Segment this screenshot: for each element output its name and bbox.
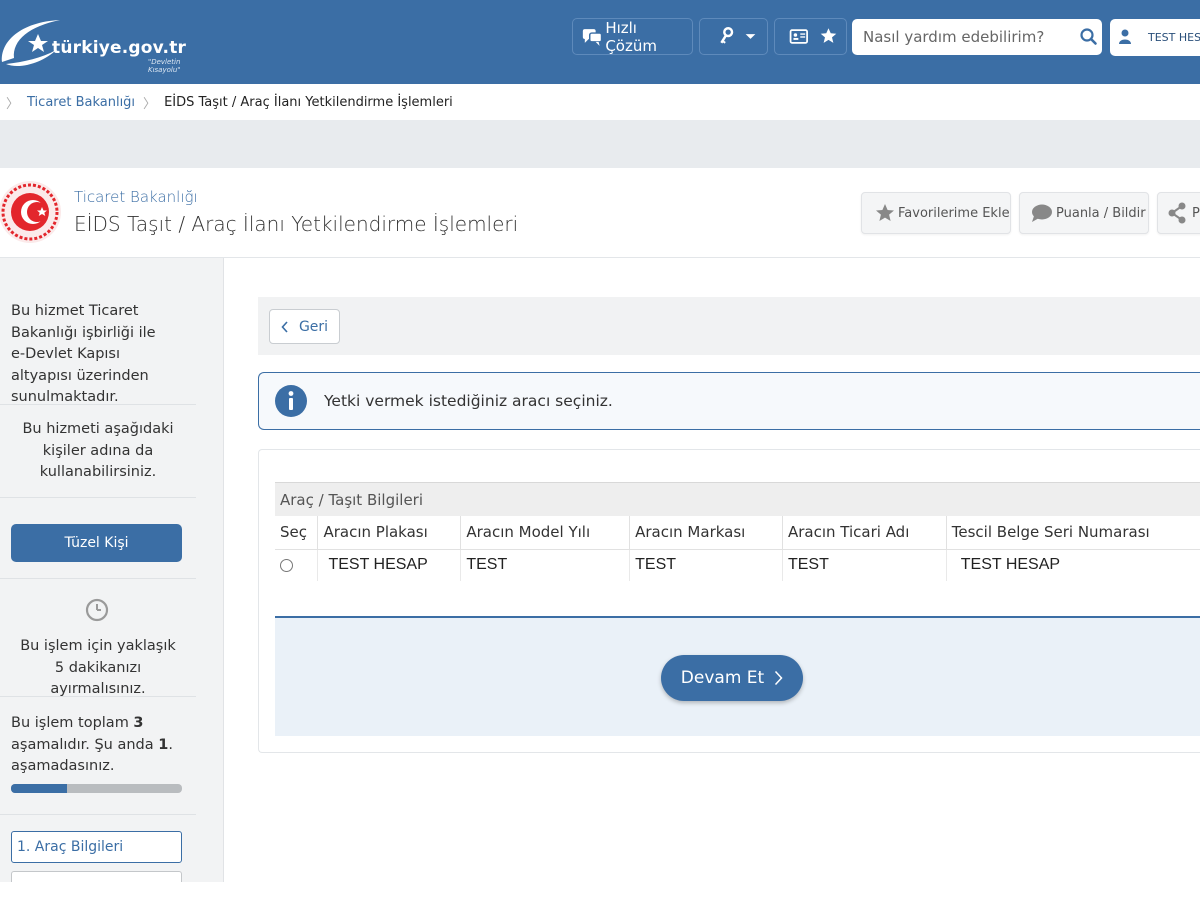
breadcrumb: 〉 Ticaret Bakanlığı 〉 EİDS Taşıt / Araç … <box>0 84 1200 120</box>
on-behalf-text: Bu hizmeti aşağıdaki kişiler adına da ku… <box>22 421 174 480</box>
column-header-registration-serial: Tescil Belge Seri Numarası <box>946 516 1200 550</box>
search-box <box>852 19 1102 55</box>
trade-name-cell: TEST <box>782 549 947 581</box>
quick-solution-button[interactable]: Hızlı Çözüm <box>572 18 693 55</box>
column-header-plate: Aracın Plakası <box>317 516 462 550</box>
steps-prefix: Bu işlem toplam <box>11 715 134 731</box>
breadcrumb-separator: 〉 <box>143 96 157 112</box>
share-button[interactable]: P <box>1157 192 1200 234</box>
share-label: P <box>1192 205 1200 221</box>
service-provider-section: Bu hizmet Ticaret Bakanlığı işbirliği il… <box>0 258 196 405</box>
key-icon <box>720 27 756 44</box>
info-message: Yetki vermek istediğiniz aracı seçiniz. <box>324 392 613 410</box>
rate-report-label: Puanla / Bildir <box>1056 205 1146 221</box>
spacer-strip <box>0 120 1200 168</box>
back-panel: Geri <box>258 297 1200 355</box>
vehicle-card: Araç / Taşıt Bilgileri Seç Aracın Plakas… <box>258 449 1200 753</box>
id-card-favorites-button[interactable] <box>774 18 847 55</box>
top-header: türkiye.gov.tr "Devletin Kısayolu" Hızlı… <box>0 0 1200 84</box>
chevron-left-icon <box>281 320 288 333</box>
back-button[interactable]: Geri <box>269 309 340 344</box>
service-provider-text: Bu hizmet Ticaret Bakanlığı işbirliği il… <box>11 303 156 405</box>
site-logo[interactable]: türkiye.gov.tr "Devletin Kısayolu" <box>0 12 200 74</box>
breadcrumb-current: EİDS Taşıt / Araç İlanı Yetkilendirme İş… <box>164 94 453 110</box>
step-progress-fill <box>11 784 68 793</box>
share-icon <box>1168 202 1186 224</box>
legal-entity-button[interactable]: Tüzel Kişi <box>11 524 182 562</box>
brand-cell: TEST <box>629 549 783 581</box>
steps-current: 1 <box>158 736 169 753</box>
breadcrumb-link-ministry[interactable]: Ticaret Bakanlığı <box>27 95 135 110</box>
add-favorite-label: Favorilerime Ekle <box>898 205 1010 221</box>
star-icon <box>820 28 837 43</box>
ministry-seal-icon <box>0 181 61 243</box>
duration-text: Bu işlem için yaklaşık 5 dakikanızı ayır… <box>20 638 176 697</box>
service-organization[interactable]: Ticaret Bakanlığı <box>74 188 198 206</box>
info-icon <box>275 385 307 417</box>
form-actions: Devam Et <box>275 616 1200 736</box>
id-card-icon <box>789 28 837 44</box>
quick-solution-label: Hızlı Çözüm <box>605 18 657 55</box>
back-label: Geri <box>298 318 329 335</box>
bottom-edge <box>0 882 1200 900</box>
rate-report-button[interactable]: Puanla / Bildir <box>1019 192 1149 234</box>
user-name: TEST HESAP <box>1148 31 1200 44</box>
column-header-brand: Aracın Markası <box>629 516 783 550</box>
select-cell <box>275 549 319 581</box>
model-year-cell: TEST <box>460 549 631 581</box>
login-menu-button[interactable] <box>699 18 768 55</box>
breadcrumb-separator: 〉 <box>6 96 20 112</box>
plate-cell: TEST HESAP <box>317 549 462 581</box>
star-icon <box>876 204 894 221</box>
column-header-select: Seç <box>275 516 319 550</box>
left-sidebar: Bu hizmet Ticaret Bakanlığı işbirliği il… <box>0 258 224 891</box>
speech-bubble-icon <box>1032 204 1052 222</box>
vehicle-select-radio[interactable] <box>280 558 293 572</box>
table-row[interactable]: TEST HESAP TEST TEST TEST TEST HESAP <box>275 549 1200 581</box>
user-icon <box>1119 29 1131 44</box>
search-input[interactable] <box>852 20 1067 54</box>
logo-slogan: "Devletin Kısayolu" <box>148 58 181 74</box>
steps-section: Bu işlem toplam 3 aşamalıdır. Şu anda 1.… <box>0 697 196 815</box>
user-account-button[interactable]: TEST HESAP <box>1110 19 1200 56</box>
on-behalf-section: Bu hizmeti aşağıdaki kişiler adına da ku… <box>0 405 196 498</box>
table-header-row: Seç Aracın Plakası Aracın Model Yılı Ara… <box>275 516 1200 550</box>
column-header-trade-name: Aracın Ticari Adı <box>782 516 947 550</box>
continue-label: Devam Et <box>680 668 765 688</box>
table-caption: Araç / Taşıt Bilgileri <box>275 482 1200 516</box>
steps-middle: aşamalıdır. Şu anda <box>11 736 159 753</box>
steps-total: 3 <box>133 715 144 731</box>
continue-button[interactable]: Devam Et <box>661 655 803 701</box>
duration-section: Bu işlem için yaklaşık 5 dakikanızı ayır… <box>0 579 196 697</box>
search-icon[interactable] <box>1079 27 1099 47</box>
service-title-bar: Ticaret Bakanlığı EİDS Taşıt / Araç İlan… <box>0 168 1200 258</box>
chevron-right-icon <box>775 670 783 686</box>
info-alert: Yetki vermek istediğiniz aracı seçiniz. <box>258 372 1200 430</box>
vehicle-table: Seç Aracın Plakası Aracın Model Yılı Ara… <box>275 516 1200 581</box>
step-item-vehicle-info[interactable]: 1. Araç Bilgileri <box>11 831 182 863</box>
add-favorite-button[interactable]: Favorilerime Ekle <box>861 192 1011 234</box>
registration-serial-cell: TEST HESAP <box>960 556 1061 574</box>
column-header-model-year: Aracın Model Yılı <box>460 516 631 550</box>
logo-text: türkiye.gov.tr <box>52 38 187 58</box>
page-title: EİDS Taşıt / Araç İlanı Yetkilendirme İş… <box>74 212 519 236</box>
clock-icon <box>85 598 109 622</box>
caret-down-icon <box>745 34 756 39</box>
step-progress-bar <box>11 784 182 793</box>
